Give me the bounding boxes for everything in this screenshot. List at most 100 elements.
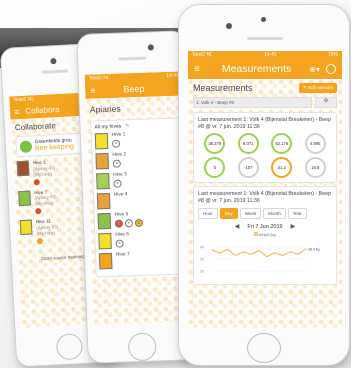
hive-info: Hive 2 × — [112, 152, 127, 168]
hive-icon — [98, 252, 113, 270]
carrier-label: Telel2 NL — [192, 52, 213, 58]
hive-icon — [95, 152, 110, 170]
settings-icon[interactable]: ⚙ — [315, 97, 337, 108]
last-measurement-text: Last measurement 1: Volk 4 (Bijenstal Br… — [198, 117, 332, 130]
chart-card: Last measurement 1: Volk 4 (Bijenstal Br… — [193, 186, 337, 286]
hive-select[interactable]: 1: Volk 4 - Beep #8 — [193, 97, 312, 108]
status-bar: Telel2 NL 14:41 73% — [188, 51, 342, 59]
pencil-icon[interactable]: ✎ — [125, 123, 129, 129]
phone-camera — [147, 44, 154, 51]
date-label: Fri 7 Jun 2019 — [247, 223, 283, 230]
hive-action-icons: × — [115, 239, 129, 248]
weight-point — [305, 248, 307, 250]
home-button[interactable] — [127, 332, 157, 362]
page-title: Measurements — [193, 83, 253, 93]
weight-point — [282, 255, 283, 257]
close-icon[interactable]: × — [115, 239, 124, 248]
alert-icon[interactable]: ! — [114, 219, 124, 228]
status-time: 14:41 — [166, 72, 179, 79]
weight-point — [274, 252, 276, 254]
edit-sensors-label: Edit sensors — [308, 85, 333, 90]
hive-name: Hive 3 — [113, 172, 127, 178]
close-icon[interactable]: × — [113, 179, 122, 188]
hive-status-dot — [36, 237, 43, 244]
hive-status: (My hive) — [36, 230, 56, 237]
list-item[interactable]: Hive 2 × — [95, 151, 178, 170]
hive-status: (My hive) — [34, 200, 54, 207]
measurements-screen: Telel2 NL 14:41 73% ≡ Measurements ⊕▾ Me… — [188, 51, 342, 329]
prev-date-icon[interactable]: ◀ — [235, 223, 240, 230]
close-icon[interactable]: × — [112, 159, 121, 168]
close-icon[interactable]: × — [111, 139, 121, 148]
filter-label[interactable]: All my hives — [94, 124, 121, 131]
app-title: Collabora — [25, 104, 60, 116]
gauge-row-bottom: 5 -107 31.2 18.8 — [198, 157, 332, 179]
sensor-gauge: 8.071 — [237, 133, 259, 155]
tab-year[interactable]: Year — [287, 208, 307, 220]
phone-camera — [50, 58, 57, 65]
status-time: 14:41 — [264, 52, 277, 58]
last-value-label: 38.4 kg — [308, 248, 320, 252]
list-item[interactable]: Hive 1 × — [94, 131, 178, 150]
hive-icon — [19, 219, 33, 236]
gauge-row-top: 38.378 8.071 52.176 4.995 — [198, 133, 332, 155]
edit-sensors-button[interactable]: ✎ Edit sensors — [299, 83, 337, 93]
hive-icon — [98, 232, 112, 250]
hive-status: (My hive) — [33, 171, 52, 178]
close-icon[interactable]: × — [124, 219, 134, 228]
carrier-label: Telel2 NL — [13, 96, 35, 104]
last-measurement-text-2: Last measurement 1: Volk 4 (Bijenstal Br… — [198, 191, 332, 204]
menu-icon[interactable]: ≡ — [14, 107, 20, 117]
list-item[interactable]: Hive 5! × ☺ — [97, 211, 181, 230]
list-item[interactable]: Hive 3 × — [96, 171, 179, 190]
hive-name: Hive 1 — [111, 132, 126, 138]
phone-measurements: Telel2 NL 14:41 73% ≡ Measurements ⊕▾ Me… — [178, 4, 350, 366]
smiley-icon[interactable]: ☺ — [134, 218, 144, 228]
weight-point — [297, 254, 299, 256]
home-button[interactable] — [247, 333, 281, 363]
hive-info: Hive 4 — [114, 192, 128, 199]
language-icon[interactable]: ⊕▾ — [309, 65, 320, 74]
sensor-gauge: 31.2 — [271, 157, 293, 179]
weight-point — [219, 252, 221, 254]
menu-icon[interactable]: ≡ — [90, 85, 96, 95]
list-item[interactable]: Hive 4 — [96, 191, 180, 210]
sensor-gauge: 18.8 — [304, 157, 326, 179]
sensor-gauge: 4.995 — [304, 133, 326, 155]
sensor-gauge: 52.176 — [271, 133, 293, 155]
last-measurement-card: Last measurement 1: Volk 4 (Bijenstal Br… — [193, 112, 337, 184]
tab-day[interactable]: Day — [219, 208, 238, 220]
y-tick-label: 40 — [200, 246, 204, 250]
hive-name: Hive 4 — [113, 192, 128, 198]
hive-action-icons: × — [111, 139, 126, 148]
legend-swatch — [253, 232, 258, 237]
hive-action-icons: × — [113, 179, 127, 188]
hive-icon — [96, 192, 111, 210]
hive-name: Hive 2 — [112, 152, 127, 158]
hive-info: Hive 1 × — [111, 132, 126, 148]
tab-hour[interactable]: Hour — [198, 208, 218, 220]
list-item[interactable]: Hive 7 — [98, 251, 182, 270]
hive-info: Hive 3 × — [113, 172, 127, 188]
menu-icon[interactable]: ≡ — [194, 64, 200, 75]
hive-name: Hive 5 — [114, 212, 129, 218]
group-subtitle: Bee keeping — [34, 143, 75, 153]
home-button[interactable] — [55, 333, 84, 361]
sensor-gauge: 38.378 — [204, 133, 226, 155]
hive-info: Hive 1 (Apiary #3) (My hive) — [33, 159, 56, 185]
y-tick-label: 20 — [200, 270, 204, 274]
hive-icon — [16, 160, 30, 177]
tab-month[interactable]: Month — [263, 208, 286, 220]
weight-point — [258, 250, 260, 252]
page-title: Apiaries — [89, 103, 121, 115]
sensor-gauge: -107 — [237, 157, 259, 179]
next-date-icon[interactable]: ▶ — [291, 223, 296, 230]
apiary-hive-list: Hive 1 × Hive 2 × Hive 3 × Hive 4 Hive 5! × ☺ Hive… — [94, 131, 182, 270]
user-icon[interactable] — [326, 64, 336, 74]
list-item[interactable]: Hive 6 × — [98, 231, 181, 250]
battery-label: 73% — [327, 52, 338, 58]
hive-status-dot — [33, 178, 40, 185]
hive-status-dot — [35, 208, 42, 215]
tab-week[interactable]: Week — [239, 208, 262, 220]
hive-action-icons: × — [112, 159, 127, 168]
